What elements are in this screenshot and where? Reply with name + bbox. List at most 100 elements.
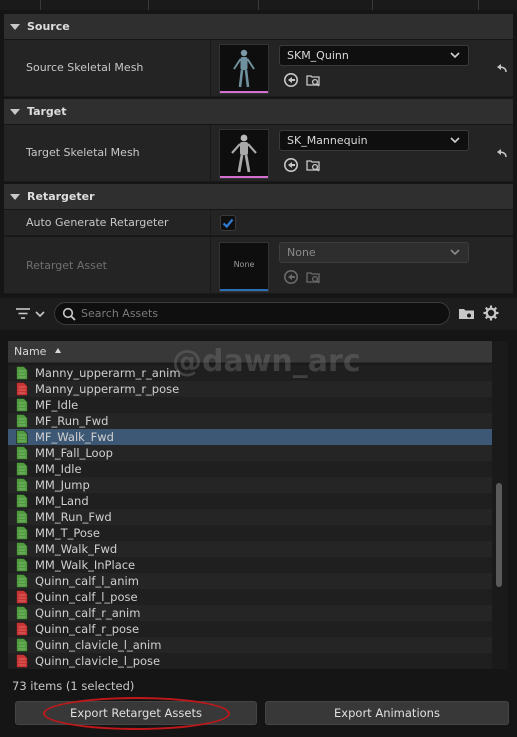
- animation-asset-icon: [16, 446, 28, 460]
- category-source[interactable]: Source: [4, 14, 513, 39]
- browse-asset-icon[interactable]: [305, 269, 321, 285]
- asset-name: Quinn_clavicle_l_pose: [35, 654, 161, 668]
- strip-divider: [478, 0, 479, 10]
- mannequin-figure-icon: [231, 134, 257, 173]
- chevron-down-icon: [450, 137, 460, 144]
- pose-asset-icon: [16, 654, 28, 668]
- property-label: Auto Generate Retargeter: [26, 216, 169, 229]
- source-skeletal-mesh-row: Source Skeletal Mesh SKM_Quinn: [4, 40, 513, 97]
- source-mesh-dropdown[interactable]: SKM_Quinn: [279, 45, 469, 66]
- asset-name: MM_Land: [35, 494, 89, 508]
- collapse-arrow-icon[interactable]: [10, 108, 20, 115]
- strip-divider: [258, 0, 259, 10]
- list-item[interactable]: Quinn_calf_l_pose: [8, 589, 492, 605]
- animation-asset-icon: [16, 366, 28, 380]
- export-animations-button[interactable]: Export Animations: [265, 701, 509, 725]
- pose-asset-icon: [16, 382, 28, 396]
- list-item[interactable]: Quinn_calf_r_pose: [8, 621, 492, 637]
- asset-type-bar: [220, 289, 268, 291]
- asset-name: MM_Fall_Loop: [35, 446, 113, 460]
- list-scrollbar[interactable]: [496, 483, 502, 587]
- strip-divider: [372, 0, 373, 10]
- gear-icon[interactable]: [483, 305, 499, 321]
- use-selected-arrow-icon[interactable]: [283, 157, 299, 173]
- search-field[interactable]: [54, 302, 450, 325]
- quinn-mesh-thumbnail[interactable]: [219, 44, 269, 94]
- asset-name: MM_Jump: [35, 478, 90, 492]
- animation-asset-icon: [16, 430, 28, 444]
- column-divider: [210, 237, 211, 293]
- list-item[interactable]: MM_Walk_Fwd: [8, 541, 492, 557]
- asset-name: MM_Run_Fwd: [35, 510, 112, 524]
- asset-name: MM_Idle: [35, 462, 82, 476]
- list-item[interactable]: MM_Run_Fwd: [8, 509, 492, 525]
- browse-asset-icon[interactable]: [305, 157, 321, 173]
- list-item[interactable]: Quinn_clavicle_l_anim: [8, 637, 492, 653]
- asset-name: Quinn_calf_l_anim: [35, 574, 139, 588]
- asset-type-bar: [220, 91, 268, 93]
- property-label: Source Skeletal Mesh: [26, 61, 144, 74]
- collapse-arrow-icon[interactable]: [10, 193, 20, 200]
- chevron-down-icon: [450, 52, 460, 59]
- mannequin-mesh-thumbnail[interactable]: [219, 129, 269, 179]
- asset-search-bar: [0, 298, 517, 330]
- target-mesh-dropdown[interactable]: SK_Mannequin: [279, 130, 469, 151]
- animation-asset-icon: [16, 398, 28, 412]
- reset-arrow-icon[interactable]: [495, 62, 509, 76]
- list-item[interactable]: Quinn_clavicle_l_pose: [8, 653, 492, 669]
- retarget-panel: Source Source Skeletal Mesh SKM_Quinn Ta…: [0, 0, 517, 737]
- use-selected-arrow-icon[interactable]: [283, 269, 299, 285]
- animation-asset-icon: [16, 574, 28, 588]
- use-selected-arrow-icon[interactable]: [283, 72, 299, 88]
- list-item[interactable]: MF_Run_Fwd: [8, 413, 492, 429]
- category-retargeter[interactable]: Retargeter: [4, 184, 513, 209]
- list-item[interactable]: MF_Idle: [8, 397, 492, 413]
- property-label: Retarget Asset: [26, 259, 107, 272]
- asset-name: MM_Walk_InPlace: [35, 558, 136, 572]
- strip-divider: [148, 0, 149, 10]
- asset-name: MF_Run_Fwd: [35, 414, 109, 428]
- list-item[interactable]: MM_T_Pose: [8, 525, 492, 541]
- animation-asset-icon: [16, 414, 28, 428]
- animation-asset-icon: [16, 638, 28, 652]
- list-item[interactable]: MM_Walk_InPlace: [8, 557, 492, 573]
- dropdown-value: None: [287, 246, 316, 259]
- folder-view-icon[interactable]: [458, 306, 476, 322]
- column-divider: [210, 125, 211, 181]
- reset-arrow-icon[interactable]: [495, 147, 509, 161]
- list-item[interactable]: MM_Idle: [8, 461, 492, 477]
- pose-asset-icon: [16, 590, 28, 604]
- top-strip: [0, 0, 517, 10]
- watermark: @dawn_arc: [172, 344, 361, 379]
- list-item[interactable]: Quinn_calf_l_anim: [8, 573, 492, 589]
- column-header-label: Name: [14, 345, 47, 358]
- asset-name: Quinn_calf_r_pose: [35, 622, 140, 636]
- list-item[interactable]: MM_Land: [8, 493, 492, 509]
- animation-asset-icon: [16, 510, 28, 524]
- column-divider: [210, 210, 211, 235]
- asset-name: MF_Walk_Fwd: [35, 430, 114, 444]
- asset-list: Name Manny_upperarm_r_anim Manny_upperarm…: [8, 341, 508, 669]
- browse-asset-icon[interactable]: [305, 72, 321, 88]
- auto-generate-checkbox[interactable]: [220, 215, 236, 231]
- filter-icon[interactable]: [14, 307, 46, 321]
- list-item[interactable]: MM_Jump: [8, 477, 492, 493]
- list-item[interactable]: MF_Walk_Fwd: [8, 429, 492, 445]
- list-item[interactable]: Manny_upperarm_r_pose: [8, 381, 492, 397]
- strip-divider: [40, 0, 41, 10]
- retarget-asset-row: Retarget Asset None None: [4, 237, 513, 294]
- retarget-asset-thumbnail[interactable]: None: [219, 242, 269, 292]
- chevron-down-icon: [450, 249, 460, 256]
- asset-rows: Manny_upperarm_r_anim Manny_upperarm_r_po…: [8, 365, 492, 669]
- asset-name: Manny_upperarm_r_anim: [35, 366, 181, 380]
- list-item[interactable]: MM_Fall_Loop: [8, 445, 492, 461]
- pose-asset-icon: [16, 622, 28, 636]
- search-input[interactable]: [81, 305, 441, 322]
- asset-name: Quinn_clavicle_l_anim: [35, 638, 162, 652]
- list-item[interactable]: Quinn_calf_r_anim: [8, 605, 492, 621]
- retarget-asset-dropdown[interactable]: None: [279, 242, 469, 263]
- item-count-status: 73 items (1 selected): [12, 679, 135, 693]
- collapse-arrow-icon[interactable]: [10, 23, 20, 30]
- animation-asset-icon: [16, 606, 28, 620]
- category-target[interactable]: Target: [4, 99, 513, 124]
